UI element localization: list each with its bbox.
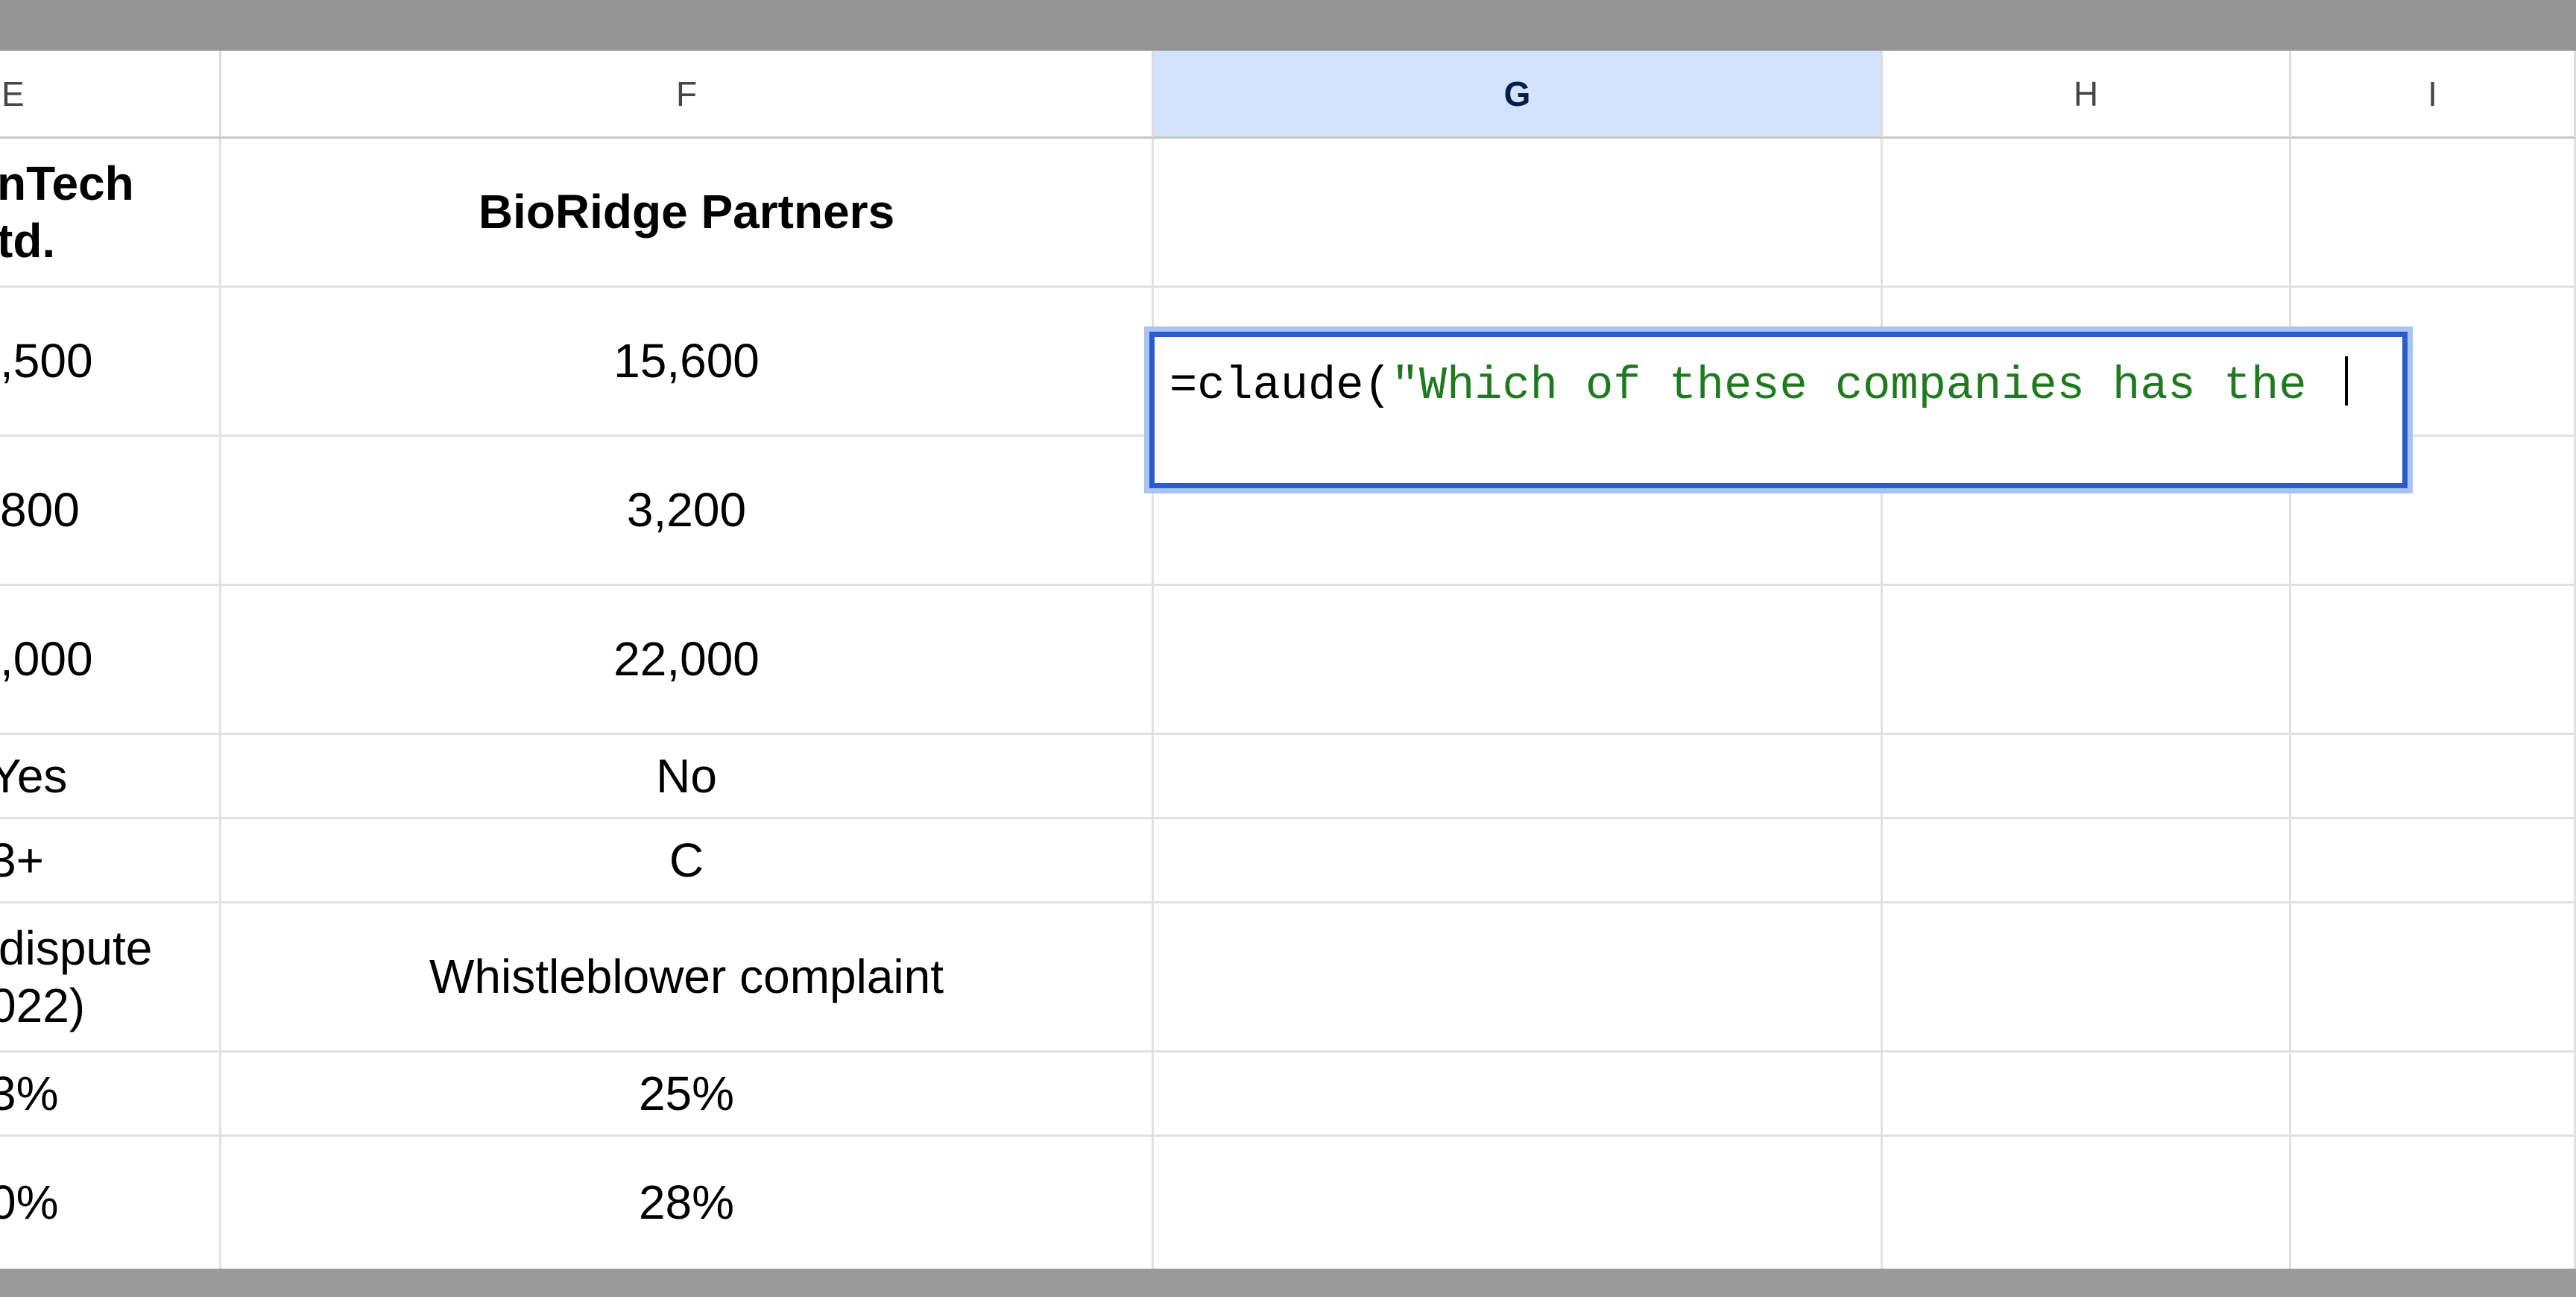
- column-header-f[interactable]: F: [221, 51, 1154, 139]
- cell-f-6[interactable]: Whistleblower complaint: [221, 903, 1154, 1053]
- cell-g-5[interactable]: [1154, 819, 1883, 903]
- column-header-label: E: [1, 74, 25, 113]
- cell-i-3[interactable]: [2291, 586, 2576, 735]
- cell-text: Whistleblower complaint: [429, 950, 944, 1004]
- column-header-label: I: [2428, 74, 2437, 113]
- cell-e-7[interactable]: 3%: [0, 1053, 221, 1137]
- cell-e-6[interactable]: dispute022): [0, 903, 221, 1053]
- cell-text: 3%: [0, 1066, 59, 1120]
- column-header-label: H: [2073, 74, 2099, 113]
- cell-h-6[interactable]: [1883, 903, 2291, 1053]
- window-bottom-bar: [0, 1269, 2576, 1297]
- cell-i-6[interactable]: [2291, 903, 2576, 1053]
- cell-text: nTech: [0, 156, 134, 210]
- cell-text: 22,000: [613, 632, 760, 687]
- cell-text: No: [656, 748, 717, 803]
- cell-g-4[interactable]: [1154, 735, 1883, 819]
- cell-h-8[interactable]: [1883, 1137, 2291, 1269]
- cell-text: ,500: [0, 334, 93, 388]
- cell-f-5[interactable]: C: [221, 819, 1154, 903]
- cell-text: dispute: [0, 921, 153, 975]
- column-header-label: G: [1503, 74, 1531, 113]
- spreadsheet-grid: E F G H I nTech td. BioRidge Partners ,50…: [0, 51, 2576, 1269]
- cell-i-5[interactable]: [2291, 819, 2576, 903]
- cell-h-4[interactable]: [1883, 735, 2291, 819]
- cell-h-3[interactable]: [1883, 586, 2291, 735]
- cell-g-8[interactable]: [1154, 1137, 1883, 1269]
- cell-i-4[interactable]: [2291, 735, 2576, 819]
- cell-f-4[interactable]: No: [221, 735, 1154, 819]
- text-caret: [2344, 356, 2348, 405]
- cell-g-3[interactable]: [1154, 586, 1883, 735]
- cell-text: 28%: [638, 1175, 735, 1230]
- cell-h-5[interactable]: [1883, 819, 2291, 903]
- cell-text: C: [669, 833, 704, 887]
- cell-f-3[interactable]: 22,000: [221, 586, 1154, 735]
- cell-text: ,000: [0, 632, 93, 687]
- cell-text: 25%: [638, 1066, 735, 1120]
- cell-g-header[interactable]: [1154, 139, 1883, 288]
- cell-f-1[interactable]: 15,600: [221, 288, 1154, 437]
- formula-function-text: =claude(: [1169, 359, 1392, 412]
- cell-e-2[interactable]: 800: [0, 437, 221, 586]
- cell-h-header[interactable]: [1883, 139, 2291, 288]
- cell-e-8[interactable]: 0%: [0, 1137, 221, 1269]
- cell-e-5[interactable]: 3+: [0, 819, 221, 903]
- cell-h-7[interactable]: [1883, 1053, 2291, 1137]
- window-top-bar: [0, 0, 2576, 51]
- column-header-i[interactable]: I: [2291, 51, 2576, 139]
- cell-e-1[interactable]: ,500: [0, 288, 221, 437]
- cell-f-2[interactable]: 3,200: [221, 437, 1154, 586]
- cell-text: 15,600: [613, 334, 760, 388]
- column-header-e[interactable]: E: [0, 51, 221, 139]
- cell-i-header[interactable]: [2291, 139, 2576, 288]
- cell-e-4[interactable]: Yes: [0, 735, 221, 819]
- cell-text: 0%: [0, 1175, 59, 1230]
- cell-text: Yes: [0, 748, 68, 803]
- cell-i-7[interactable]: [2291, 1053, 2576, 1137]
- cell-g-7[interactable]: [1154, 1053, 1883, 1137]
- cell-e-header[interactable]: nTech td.: [0, 139, 221, 288]
- formula-string-text: "Which of these companies has the: [1391, 359, 2334, 412]
- column-header-label: F: [675, 74, 698, 113]
- cell-g-6[interactable]: [1154, 903, 1883, 1053]
- cell-text: 800: [0, 483, 80, 537]
- cell-text: 3+: [0, 833, 44, 887]
- cell-text: td.: [0, 213, 56, 268]
- cell-text: BioRidge Partners: [478, 185, 895, 239]
- column-header-h[interactable]: H: [1883, 51, 2291, 139]
- cell-f-8[interactable]: 28%: [221, 1137, 1154, 1269]
- cell-i-8[interactable]: [2291, 1137, 2576, 1269]
- cell-e-3[interactable]: ,000: [0, 586, 221, 735]
- cell-f-7[interactable]: 25%: [221, 1053, 1154, 1137]
- column-header-g[interactable]: G: [1154, 51, 1883, 139]
- cell-editor-g1[interactable]: =claude("Which of these companies has th…: [1149, 332, 2408, 488]
- cell-f-header[interactable]: BioRidge Partners: [221, 139, 1154, 288]
- cell-text: 022): [0, 978, 86, 1032]
- cell-text: 3,200: [626, 483, 747, 537]
